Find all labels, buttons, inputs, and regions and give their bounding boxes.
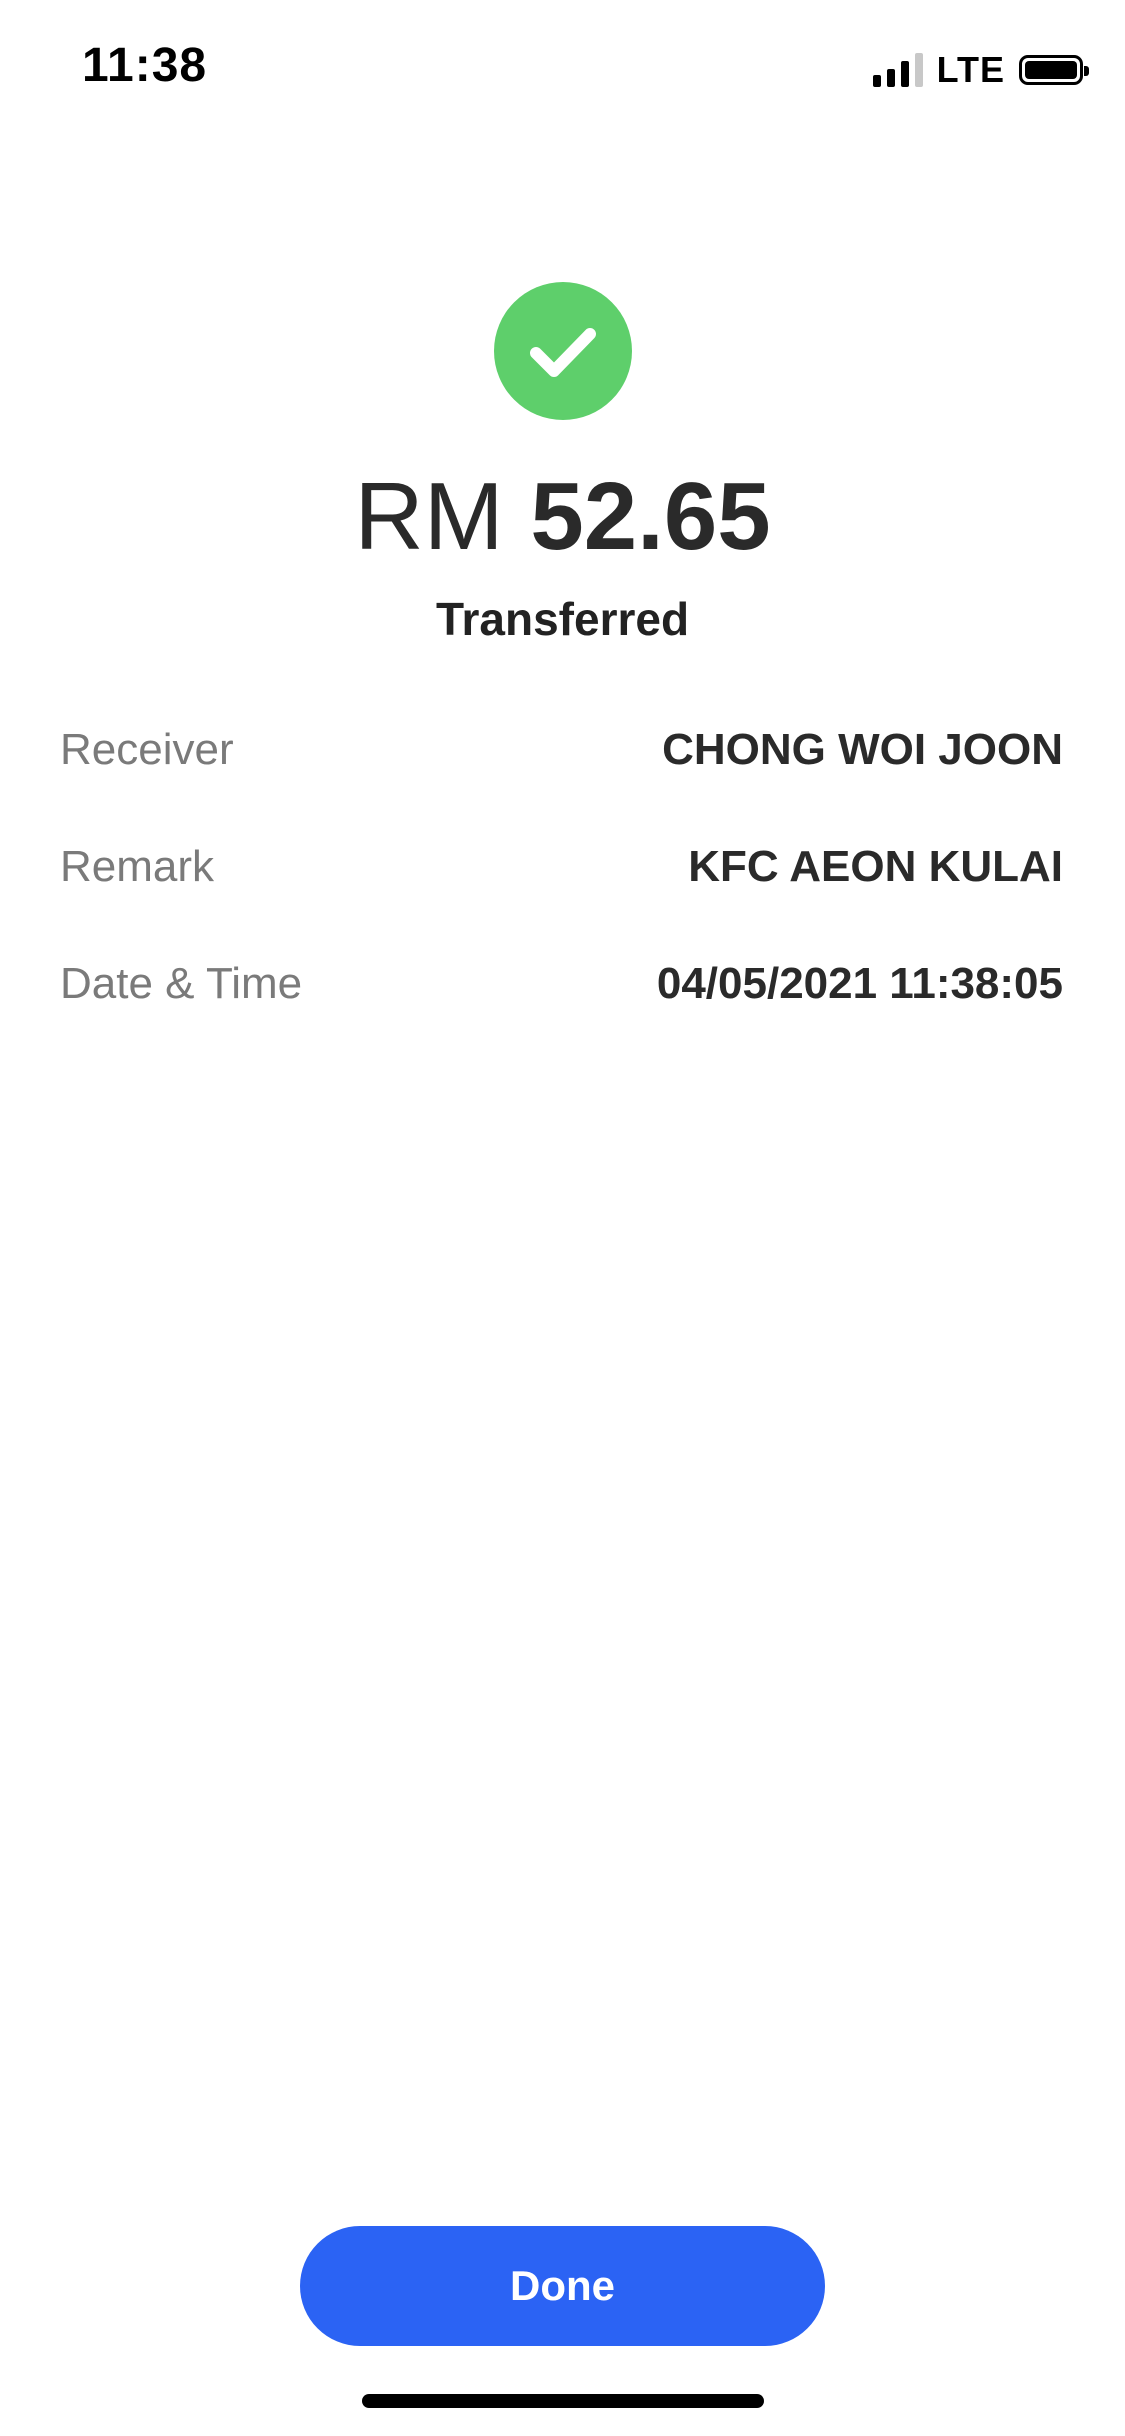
status-icons: LTE [872,49,1089,90]
detail-value: CHONG WOI JOON [662,725,1063,774]
carrier-label: LTE [936,49,1005,90]
detail-row-date-time: Date & Time 04/05/2021 11:38:05 [60,954,1063,1014]
transfer-details: Receiver CHONG WOI JOON Remark KFC AEON … [60,720,1063,1071]
transfer-status: Transferred [435,593,690,645]
detail-row-remark: Remark KFC AEON KULAI [60,837,1063,897]
home-indicator[interactable] [362,2394,764,2408]
status-time: 11:38 [82,39,208,92]
transfer-amount: RM 52.65 [0,462,1125,572]
detail-value: KFC AEON KULAI [688,842,1063,891]
currency-label: RM [354,463,504,570]
battery-icon [1019,55,1089,85]
detail-label: Receiver [60,725,234,774]
success-checkmark-icon [494,282,632,420]
detail-label: Date & Time [60,959,303,1008]
signal-icon [872,53,923,87]
amount-value: 52.65 [530,463,771,570]
detail-label: Remark [60,842,215,891]
done-button[interactable]: Done [300,2226,825,2346]
detail-value: 04/05/2021 11:38:05 [656,959,1063,1008]
detail-row-receiver: Receiver CHONG WOI JOON [60,720,1063,780]
